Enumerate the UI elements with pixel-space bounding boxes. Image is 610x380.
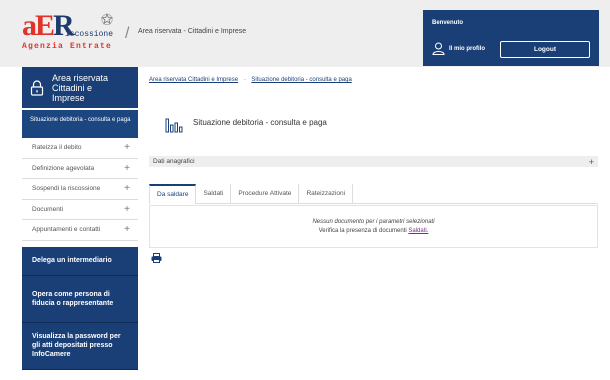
logo-agenzia: Agenzia Entrate — [22, 42, 113, 51]
breadcrumb-separator: - — [243, 77, 246, 83]
sidebar-item-label: Definizione agevolata — [32, 164, 95, 172]
dati-anagrafici-accordion[interactable]: Dati anagrafici + — [149, 156, 598, 167]
bar-chart-icon — [165, 118, 183, 133]
expand-plus-icon: + — [124, 162, 130, 174]
sidebar-header-title: Area riservata Cittadini e Imprese — [52, 72, 109, 103]
my-profile-label: Il mio profilo — [449, 45, 485, 52]
logo-riscossione: iscossione — [65, 30, 114, 39]
sidebar-action-label: Opera come persona di fiducia o rapprese… — [32, 290, 114, 307]
verify-line: Verifica la presenza di documenti Saldat… — [150, 227, 597, 236]
sidebar-item-situazione-debitoria[interactable]: Situazione debitoria - consulta e paga — [22, 110, 138, 138]
accordion-label: Dati anagrafici — [153, 158, 195, 165]
sidebar-action-label: Visualizza la password per gli atti depo… — [32, 333, 121, 358]
tab-procedure-attivate[interactable]: Procedure Attivate — [231, 184, 300, 204]
printer-icon[interactable] — [151, 253, 162, 263]
sidebar-item[interactable]: Sospendi la riscossione + — [22, 179, 138, 200]
result-panel: Nessun documento per i parametri selezio… — [149, 205, 598, 248]
sidebar-action-label: Delega un intermediario — [32, 257, 112, 264]
my-profile-link[interactable]: Il mio profilo — [432, 42, 485, 55]
tab-da-saldare[interactable]: Da saldare — [149, 184, 197, 204]
saldati-link[interactable]: Saldati. — [408, 228, 428, 234]
sidebar-item[interactable]: Appuntamenti e contatti + — [22, 220, 138, 241]
empty-result-message: Nessun documento per i parametri selezio… — [312, 219, 435, 225]
expand-plus-icon: + — [124, 142, 130, 154]
sidebar-item[interactable]: Rateizza il debito + — [22, 138, 138, 159]
user-icon — [432, 42, 445, 55]
expand-plus-icon: + — [124, 224, 130, 236]
agenzia-entrate-riscossione-logo[interactable]: aER iscossione Agenzia Entrate — [22, 11, 122, 52]
sidebar-item-label: Appuntamenti e contatti — [32, 226, 101, 234]
breadcrumb-link-area-riservata[interactable]: Area riservata Cittadini e Imprese — [149, 77, 238, 83]
sidebar-item[interactable]: Documenti + — [22, 200, 138, 220]
expand-plus-icon: + — [588, 156, 594, 167]
lock-icon — [30, 79, 44, 96]
breadcrumb-link-situazione-debitoria[interactable]: Situazione debitoria - consulta e paga — [251, 77, 351, 83]
republic-emblem-icon — [101, 13, 113, 25]
header-divider: / — [125, 25, 130, 42]
sidebar-action-block[interactable]: Delega un intermediario — [22, 246, 138, 276]
tab-saldati[interactable]: Saldati — [196, 184, 232, 204]
welcome-label: Benvenuto — [432, 20, 464, 26]
sidebar-action-block[interactable]: Visualizza la password per gli atti depo… — [22, 322, 138, 370]
tab-bar: Da saldare Saldati Procedure Attivate Ratei… — [149, 184, 598, 204]
header-title: Area riservata - Cittadini e Imprese — [138, 28, 247, 35]
sidebar: Area riservata Cittadini e Imprese Situa… — [22, 67, 138, 370]
breadcrumb: Area riservata Cittadini e Imprese - Sit… — [149, 77, 352, 83]
logout-button[interactable]: Logout — [500, 41, 590, 58]
sidebar-header[interactable]: Area riservata Cittadini e Imprese — [22, 67, 138, 108]
header: aER iscossione Agenzia Entrate / Area ri… — [0, 0, 610, 67]
expand-plus-icon: + — [124, 183, 130, 195]
page-title: Situazione debitoria - consulta e paga — [193, 118, 327, 127]
user-box: Benvenuto Il mio profilo Logout — [423, 10, 599, 66]
tab-rateizzazioni[interactable]: Rateizzazioni — [299, 184, 354, 204]
expand-plus-icon: + — [124, 203, 130, 215]
verify-prefix: Verifica la presenza di documenti — [318, 228, 407, 234]
sidebar-item-label: Rateizza il debito — [32, 144, 82, 152]
sidebar-item[interactable]: Definizione agevolata + — [22, 159, 138, 179]
sidebar-item-label: Documenti — [32, 205, 64, 213]
sidebar-action-block[interactable]: Opera come persona di fiducia o rapprese… — [22, 275, 138, 323]
sidebar-item-label: Sospendi la riscossione — [32, 185, 101, 193]
